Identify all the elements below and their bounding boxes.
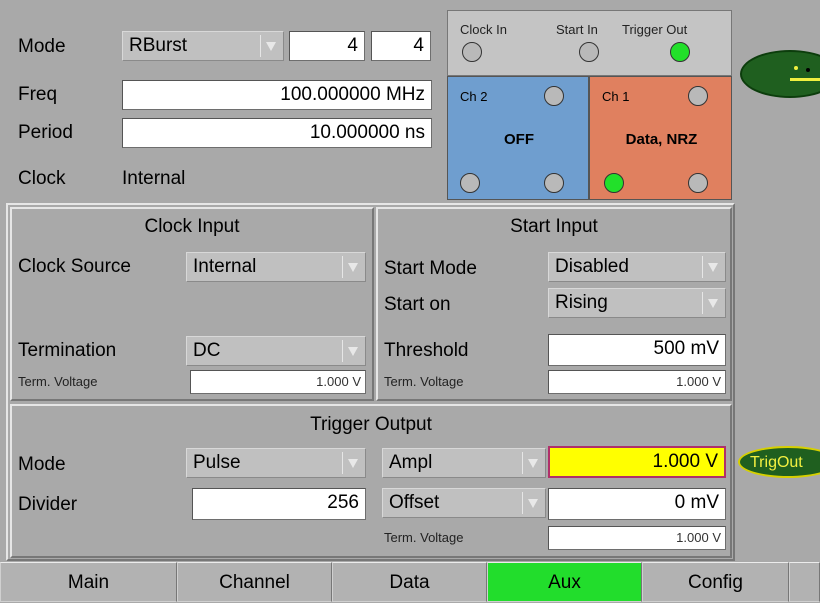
termination-label: Termination — [18, 340, 117, 361]
trigger-out-label: Trigger Out — [622, 22, 688, 37]
mode-dropdown[interactable]: RBurst — [122, 31, 284, 61]
termination-dropdown[interactable]: DC — [186, 336, 366, 366]
start-input-title: Start Input — [510, 216, 598, 237]
freq-field[interactable]: 100.000000 MHz — [122, 80, 432, 110]
trigger-output-title: Trigger Output — [310, 414, 432, 435]
ampl-label: Ampl — [389, 452, 433, 473]
start-on-dropdown[interactable]: Rising — [548, 288, 726, 318]
ampl-dropdown[interactable]: Ampl — [382, 448, 546, 478]
trigout-label: TrigOut — [750, 454, 803, 471]
clock-source-value: Internal — [193, 256, 257, 277]
chevron-down-icon — [342, 256, 363, 278]
ch2-state: OFF — [504, 131, 534, 148]
chevron-down-icon — [702, 256, 723, 278]
termination-value: DC — [193, 340, 221, 361]
chevron-down-icon — [342, 452, 363, 474]
trigger-mode-dropdown[interactable]: Pulse — [186, 448, 366, 478]
clock-source-label: Clock Source — [18, 256, 131, 277]
chevron-down-icon — [522, 452, 543, 474]
clock-term-voltage-field[interactable]: 1.000 V — [190, 370, 366, 394]
trigger-out-led-icon — [670, 42, 690, 62]
mode-label: Mode — [18, 36, 66, 57]
ch1-label: Ch 1 — [602, 89, 630, 104]
clock-in-label: Clock In — [460, 22, 507, 37]
offset-field[interactable]: 0 mV — [548, 488, 726, 520]
trigger-term-voltage-label: Term. Voltage — [384, 530, 464, 545]
clock-label: Clock — [18, 168, 66, 189]
clock-term-voltage-label: Term. Voltage — [18, 374, 98, 389]
chevron-down-icon — [702, 292, 723, 314]
tab-config-label: Config — [688, 572, 743, 593]
tab-empty — [789, 562, 820, 602]
start-mode-value: Disabled — [555, 256, 629, 277]
trigout-badge[interactable]: TrigOut — [738, 446, 820, 478]
offset-label: Offset — [389, 492, 440, 513]
channel-1-panel[interactable]: Ch 1 Data, NRZ — [589, 76, 732, 200]
start-term-voltage-field[interactable]: 1.000 V — [548, 370, 726, 394]
burst-count-b-field[interactable]: 4 — [371, 31, 431, 61]
tab-channel[interactable]: Channel — [177, 562, 332, 602]
divider-label: Divider — [18, 494, 78, 515]
ch1-bottom-right-led-icon — [688, 173, 708, 193]
chevron-down-icon — [342, 340, 363, 362]
divider-field[interactable]: 256 — [192, 488, 366, 520]
start-on-label: Start on — [384, 294, 451, 315]
ch2-bottom-right-led-icon — [544, 173, 564, 193]
threshold-field[interactable]: 500 mV — [548, 334, 726, 366]
start-in-led-icon — [579, 42, 599, 62]
channel-2-panel[interactable]: Ch 2 OFF — [447, 76, 589, 200]
ch1-top-led-icon — [688, 86, 708, 106]
clock-value: Internal — [122, 168, 186, 189]
mode-value: RBurst — [129, 35, 188, 56]
trigger-mode-label: Mode — [18, 454, 66, 475]
tab-channel-label: Channel — [219, 572, 290, 593]
ch2-bottom-left-led-icon — [460, 173, 480, 193]
clock-input-title: Clock Input — [144, 216, 240, 237]
period-field[interactable]: 10.000000 ns — [122, 118, 432, 148]
offset-dropdown[interactable]: Offset — [382, 488, 546, 518]
tab-data-label: Data — [389, 572, 430, 593]
ch1-bottom-left-led-icon — [604, 173, 624, 193]
ch2-label: Ch 2 — [460, 89, 488, 104]
start-in-label: Start In — [556, 22, 598, 37]
clock-source-dropdown[interactable]: Internal — [186, 252, 366, 282]
trigger-term-voltage-field[interactable]: 1.000 V — [548, 526, 726, 550]
start-mode-dropdown[interactable]: Disabled — [548, 252, 726, 282]
tab-aux[interactable]: Aux — [487, 562, 642, 602]
tab-main-label: Main — [67, 572, 110, 593]
ch2-top-led-icon — [544, 86, 564, 106]
tab-aux-label: Aux — [548, 572, 581, 593]
chevron-down-icon — [522, 492, 543, 514]
start-mode-label: Start Mode — [384, 258, 477, 279]
tab-main[interactable]: Main — [0, 562, 177, 602]
burst-count-a-field[interactable]: 4 — [289, 31, 365, 61]
ampl-field[interactable]: 1.000 V — [548, 446, 726, 478]
threshold-label: Threshold — [384, 340, 469, 361]
chevron-down-icon — [260, 35, 281, 57]
start-term-voltage-label: Term. Voltage — [384, 374, 464, 389]
tab-data[interactable]: Data — [332, 562, 487, 602]
tab-config[interactable]: Config — [642, 562, 789, 602]
clock-in-led-icon — [462, 42, 482, 62]
trigger-mode-value: Pulse — [193, 452, 241, 473]
period-label: Period — [18, 122, 73, 143]
connector-icon — [740, 50, 820, 98]
start-on-value: Rising — [555, 292, 608, 313]
freq-label: Freq — [18, 84, 58, 105]
ch1-state: Data, NRZ — [625, 131, 698, 148]
